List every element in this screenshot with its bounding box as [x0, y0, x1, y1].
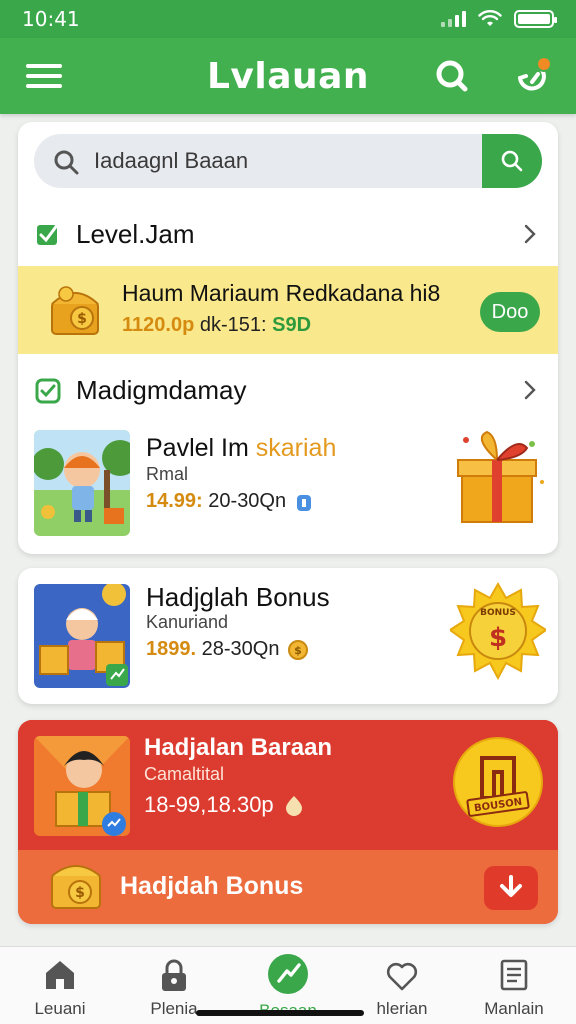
bonus-card[interactable]: Hadjglah Bonus Kanuriand 1899. 28-30Qn $… [18, 568, 558, 704]
main-card: Level.Jam $ Haum Mariaum Redkadana hi8 1… [18, 122, 558, 554]
battery-icon [514, 10, 557, 28]
bonus-bar-label: Hadjdah Bonus [120, 872, 304, 900]
download-button[interactable] [484, 866, 538, 910]
nav-item-hlerian[interactable]: hlerian [352, 957, 452, 1023]
nav-item-home[interactable]: Leuani [10, 957, 110, 1023]
nav-label: Manlain [484, 999, 544, 1018]
section-title: Madigmdamay [76, 374, 247, 405]
checkbox-icon [37, 222, 60, 245]
checkbox-icon [35, 378, 61, 404]
section-header-level[interactable]: Level.Jam [34, 214, 544, 254]
section-header-madigmdamay[interactable]: Madigmdamay [34, 370, 544, 410]
promo-card-meta-text: 18-99,18.30p [144, 792, 274, 817]
app-bar: Lvlauan [0, 38, 576, 114]
list-item[interactable]: Pavlel Im skariah Rmal 14.99: 20-30Qn [18, 422, 558, 542]
search-bar [34, 134, 542, 188]
treasure-chest-icon: $ [51, 865, 101, 909]
status-bar: 10:41 [0, 0, 576, 38]
flash-icon [268, 954, 308, 994]
coin-icon [285, 796, 302, 816]
wifi-icon [478, 10, 502, 26]
svg-text:$: $ [75, 885, 85, 901]
search-icon [54, 150, 79, 175]
coin-icon: $ [288, 639, 309, 660]
nav-label: Plenia [150, 999, 198, 1018]
signal-icon [441, 11, 466, 27]
bonus-title: Hadjglah Bonus [146, 582, 330, 612]
menu-icon[interactable] [26, 60, 62, 92]
nav-label: hlerian [376, 999, 428, 1018]
promo-card[interactable]: Hadjalan Baraan Camaltital 18-99,18.30p … [18, 720, 558, 924]
nav-label: Leuani [34, 999, 86, 1018]
home-icon [46, 961, 74, 989]
list-icon [500, 959, 528, 991]
item-title-highlight: skariah [255, 434, 337, 462]
search-icon [501, 150, 523, 172]
status-icons [441, 10, 557, 28]
item-thumbnail [34, 430, 130, 536]
bonus-badge-icon: BONUS $ [450, 581, 546, 681]
item-range: 20-30Qn [208, 490, 287, 512]
promo-strip[interactable]: $ Haum Mariaum Redkadana hi8 1120.0p dk-… [18, 266, 558, 354]
voucher-badge-icon: BOUSON [453, 737, 543, 827]
status-time: 10:41 [22, 7, 80, 31]
item-title: Pavlel Im skariah [146, 434, 337, 462]
promo-card-subtitle: Camaltital [144, 764, 225, 784]
bonus-price: 1899. [146, 638, 197, 660]
svg-text:$: $ [77, 311, 87, 327]
heart-icon [386, 962, 418, 991]
bonus-range: 28-30Qn [201, 638, 280, 660]
promo-action-button[interactable]: Doo [480, 292, 540, 332]
promo-range: dk-151: [194, 314, 267, 336]
promo-price: 1120.0p [122, 314, 195, 336]
chevron-right-icon [524, 380, 536, 400]
promo-amount: S9D [266, 314, 312, 336]
lock-icon [162, 959, 186, 991]
nav-item-manlain[interactable]: Manlain [464, 957, 564, 1023]
promo-subtitle: 1120.0p dk-151: S9D [122, 314, 311, 337]
chevron-right-icon [524, 224, 536, 244]
bonus-meta: 1899. 28-30Qn $ [146, 638, 309, 661]
svg-text:BONUS: BONUS [480, 608, 516, 618]
item-subtitle: Rmal [146, 464, 189, 484]
search-icon[interactable] [432, 56, 472, 96]
promo-card-footer[interactable]: $ Hadjdah Bonus [18, 850, 558, 924]
item-meta: 14.99: 20-30Qn [146, 490, 314, 513]
svg-text:$: $ [489, 623, 507, 653]
search-submit-button[interactable] [482, 134, 542, 188]
promo-card-title: Hadjalan Baraan [144, 734, 333, 761]
arrow-down-icon [500, 875, 522, 897]
promo-thumbnail [34, 736, 130, 836]
bonus-subtitle: Kanuriand [146, 612, 229, 632]
notification-icon[interactable] [510, 54, 556, 98]
section-title: Level.Jam [76, 218, 195, 249]
search-input[interactable] [94, 134, 474, 188]
timer-icon [297, 494, 312, 511]
bonus-thumbnail [34, 584, 130, 688]
home-indicator[interactable] [196, 1010, 364, 1016]
promo-card-meta: 18-99,18.30p [144, 792, 304, 818]
treasure-chest-icon: $ [51, 286, 99, 335]
promo-title: Haum Mariaum Redkadana hi8 [122, 280, 441, 306]
gift-box-icon [457, 430, 544, 523]
item-price: 14.99: [146, 490, 203, 512]
app-title: Lvlauan [206, 55, 370, 97]
svg-text:$: $ [295, 644, 303, 657]
